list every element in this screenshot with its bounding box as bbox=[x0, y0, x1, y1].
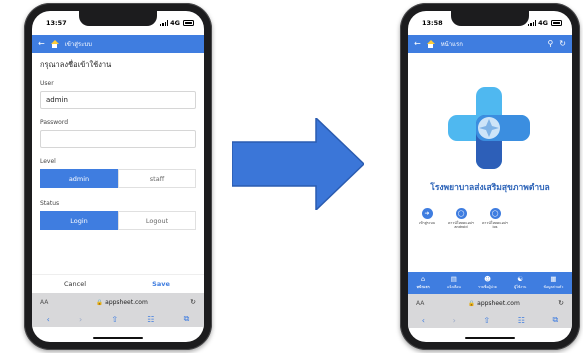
phone-notch bbox=[451, 11, 529, 26]
nav-label: แจ้งเตือน bbox=[446, 285, 461, 290]
nav-label: รายชื่อผู้ป่วย bbox=[478, 285, 497, 290]
url-value: appsheet.com bbox=[105, 298, 148, 306]
quick-link-login[interactable]: ➜ เข้าสู่ระบบ bbox=[414, 208, 440, 229]
url-text: 🔒 appsheet.com bbox=[430, 300, 558, 307]
phone-notch bbox=[79, 11, 157, 26]
back-icon[interactable]: ‹ bbox=[422, 316, 425, 325]
quick-link-android[interactable]: ◯ ดาวน์โหลดแอปฯ android bbox=[448, 208, 474, 229]
calendar-icon: ▤ bbox=[450, 274, 457, 283]
tabs-icon[interactable]: ⧉ bbox=[184, 314, 190, 324]
level-label: Level bbox=[40, 158, 56, 165]
search-icon[interactable]: ⚲ bbox=[547, 40, 553, 48]
nav-item-profile[interactable]: ▦ ข้อมูลส่วนตัว bbox=[544, 276, 564, 291]
lock-icon: 🔒 bbox=[468, 300, 476, 307]
header-title: หน้าแรก bbox=[440, 41, 463, 48]
battery-icon bbox=[551, 20, 562, 26]
phone-login: 13:57 4G ← เข้าสู่ระบบ กรุณาลงชื่อเข้าใช… bbox=[24, 3, 212, 350]
save-button[interactable]: Save bbox=[118, 275, 204, 292]
header-title: เข้าสู่ระบบ bbox=[64, 41, 92, 48]
download-android-icon: ◯ bbox=[455, 208, 467, 219]
back-arrow-icon[interactable]: ← bbox=[38, 40, 45, 48]
nav-item-home[interactable]: ⌂ หน้าแรก bbox=[417, 276, 430, 291]
lock-icon: 🔒 bbox=[96, 299, 104, 306]
flow-arrow bbox=[232, 118, 364, 210]
nav-label: ผู้ใช้งาน bbox=[514, 285, 527, 290]
status-indicators: 4G bbox=[527, 19, 562, 27]
home-screen: 13:58 4G ← หน้าแรก ⚲ ↻ โรงพยาบาลส่งเสริม… bbox=[408, 11, 572, 342]
quick-link-ios[interactable]: ◯ ดาวน์โหลดแอปฯ ios bbox=[482, 208, 508, 229]
people-icon: ☻ bbox=[484, 274, 491, 283]
home-indicator bbox=[465, 336, 515, 339]
status-time: 13:57 bbox=[46, 19, 67, 27]
level-option-staff[interactable]: staff bbox=[118, 169, 196, 188]
status-label: Status bbox=[40, 200, 60, 207]
password-input[interactable] bbox=[40, 130, 196, 148]
login-screen: 13:57 4G ← เข้าสู่ระบบ กรุณาลงชื่อเข้าใช… bbox=[32, 11, 204, 342]
signal-icon bbox=[159, 20, 169, 26]
battery-icon bbox=[183, 20, 194, 26]
nav-item-users[interactable]: ☯ ผู้ใช้งาน bbox=[514, 276, 526, 291]
nav-item-patients[interactable]: ☻ รายชื่อผู้ป่วย bbox=[478, 276, 497, 291]
download-ios-icon: ◯ bbox=[489, 208, 501, 219]
quick-link-label: ดาวน์โหลดแอปฯ ios bbox=[482, 221, 508, 230]
reload-icon[interactable]: ↻ bbox=[190, 298, 196, 306]
nav-label: หน้าแรก bbox=[416, 285, 430, 290]
url-value: appsheet.com bbox=[477, 299, 520, 307]
reload-icon[interactable]: ↻ bbox=[558, 299, 564, 307]
data-icon: ▦ bbox=[550, 274, 557, 283]
login-form: กรุณาลงชื่อเข้าใช้งาน User admin Passwor… bbox=[32, 53, 204, 230]
quick-link-label: ดาวน์โหลดแอปฯ android bbox=[448, 221, 474, 230]
address-bar[interactable]: AA 🔒 appsheet.com ↻ bbox=[32, 293, 204, 311]
status-selector: Login Logout bbox=[40, 211, 196, 230]
reader-button[interactable]: AA bbox=[40, 299, 54, 306]
team-icon: ☯ bbox=[517, 274, 524, 283]
quick-links: ➜ เข้าสู่ระบบ ◯ ดาวน์โหลดแอปฯ android ◯ … bbox=[414, 208, 508, 229]
home-icon[interactable] bbox=[50, 40, 59, 48]
share-icon[interactable]: ⇧ bbox=[483, 316, 490, 325]
user-label: User bbox=[40, 80, 54, 87]
level-option-admin[interactable]: admin bbox=[40, 169, 118, 188]
status-option-login[interactable]: Login bbox=[40, 211, 118, 230]
form-actions: Cancel Save bbox=[32, 274, 204, 292]
back-icon[interactable]: ‹ bbox=[47, 315, 50, 324]
phone-home: 13:58 4G ← หน้าแรก ⚲ ↻ โรงพยาบาลส่งเสริม… bbox=[400, 3, 580, 350]
level-selector: admin staff bbox=[40, 169, 196, 188]
quick-link-label: เข้าสู่ระบบ bbox=[419, 221, 435, 225]
home-icon[interactable] bbox=[426, 40, 435, 48]
network-label: 4G bbox=[538, 19, 548, 27]
hospital-logo bbox=[448, 87, 530, 169]
home-icon: ⌂ bbox=[421, 274, 426, 283]
bottom-nav: ⌂ หน้าแรก ▤ แจ้งเตือน ☻ รายชื่อผู้ป่วย ☯… bbox=[408, 272, 572, 294]
address-bar[interactable]: AA 🔒 appsheet.com ↻ bbox=[408, 294, 572, 312]
reader-button[interactable]: AA bbox=[416, 300, 430, 307]
user-input[interactable]: admin bbox=[40, 91, 196, 109]
app-header: ← หน้าแรก ⚲ ↻ bbox=[408, 35, 572, 53]
status-indicators: 4G bbox=[159, 19, 194, 27]
password-label: Password bbox=[40, 119, 69, 126]
bookmarks-icon[interactable]: ☷ bbox=[518, 316, 525, 325]
network-label: 4G bbox=[170, 19, 180, 27]
status-time: 13:58 bbox=[422, 19, 443, 27]
forward-icon[interactable]: › bbox=[453, 316, 456, 325]
share-icon[interactable]: ⇧ bbox=[111, 315, 118, 324]
nav-label: ข้อมูลส่วนตัว bbox=[543, 285, 564, 290]
forward-icon[interactable]: › bbox=[79, 315, 82, 324]
nav-item-alerts[interactable]: ▤ แจ้งเตือน bbox=[447, 276, 461, 291]
hospital-name: โรงพยาบาลส่งเสริมสุขภาพตำบล bbox=[430, 183, 550, 193]
back-arrow-icon[interactable]: ← bbox=[414, 40, 421, 48]
signal-icon bbox=[527, 20, 537, 26]
login-icon: ➜ bbox=[421, 208, 433, 219]
browser-toolbar: ‹ › ⇧ ☷ ⧉ bbox=[408, 312, 572, 328]
tabs-icon[interactable]: ⧉ bbox=[552, 315, 558, 325]
home-indicator bbox=[93, 336, 143, 339]
status-option-logout[interactable]: Logout bbox=[118, 211, 196, 230]
form-title: กรุณาลงชื่อเข้าใช้งาน bbox=[40, 60, 112, 69]
home-content: โรงพยาบาลส่งเสริมสุขภาพตำบล ➜ เข้าสู่ระบ… bbox=[408, 53, 572, 273]
browser-toolbar: ‹ › ⇧ ☷ ⧉ bbox=[32, 311, 204, 327]
cancel-button[interactable]: Cancel bbox=[32, 275, 118, 292]
bookmarks-icon[interactable]: ☷ bbox=[147, 315, 154, 324]
url-text: 🔒 appsheet.com bbox=[54, 299, 190, 306]
refresh-icon[interactable]: ↻ bbox=[559, 40, 566, 48]
app-header: ← เข้าสู่ระบบ bbox=[32, 35, 204, 53]
